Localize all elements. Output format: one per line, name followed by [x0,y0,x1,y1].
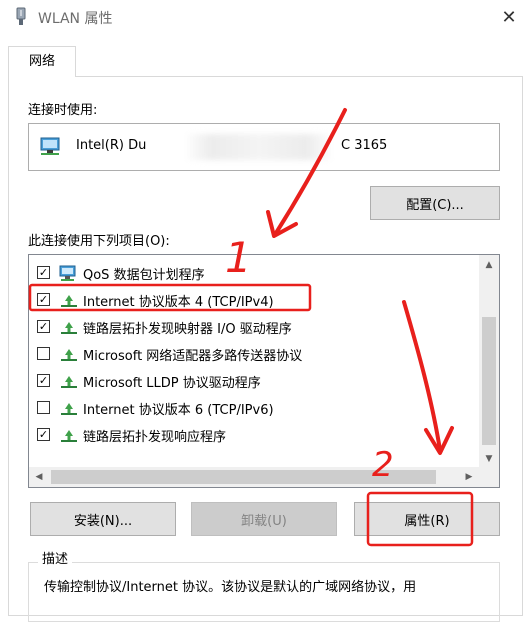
list-item-qos[interactable]: ✓ QoS 数据包计划程序 [29,259,479,286]
list-item-lltd-mapper[interactable]: ✓ 链路层拓扑发现映射器 I/O 驱动程序 [29,313,479,340]
vertical-scrollbar[interactable]: ▲ ▼ [479,255,499,469]
list-item-label: Internet 协议版本 4 (TCP/IPv4) [83,295,274,310]
adapter-name-start: Intel(R) Du [76,138,147,153]
checkbox-qos[interactable]: ✓ [37,266,50,279]
scroll-up-icon[interactable]: ▲ [479,257,499,273]
network-adapter-icon [39,136,63,162]
list-item-multiplexor[interactable]: Microsoft 网络适配器多路传送器协议 [29,340,479,367]
title-bar: WLAN 属性 ✕ [0,0,531,34]
window-title: WLAN 属性 [38,11,113,27]
adapter-name-redaction [184,134,334,160]
list-item-label: Microsoft LLDP 协议驱动程序 [83,376,261,391]
protocol-icon [59,346,79,366]
properties-button[interactable]: 属性(R) [354,502,500,536]
vertical-scroll-thumb[interactable] [482,317,496,445]
scroll-left-icon[interactable]: ◀ [29,469,49,485]
description-title: 描述 [38,548,73,567]
configure-button[interactable]: 配置(C)... [370,186,500,220]
checkbox-multiplexor[interactable] [37,347,50,360]
scrollbar-corner [479,467,499,487]
scroll-down-icon[interactable]: ▼ [479,451,499,467]
scroll-right-icon[interactable]: ▶ [459,469,479,485]
checkbox-ipv4[interactable]: ✓ [37,293,50,306]
components-label: 此连接使用下列项目(O): [28,234,170,249]
list-item-ipv6[interactable]: Internet 协议版本 6 (TCP/IPv6) [29,394,479,421]
checkbox-ipv6[interactable] [37,401,50,414]
list-item-label: QoS 数据包计划程序 [83,268,205,283]
list-item-label: Internet 协议版本 6 (TCP/IPv6) [83,403,274,418]
list-item-lltd-responder[interactable]: ✓ 链路层拓扑发现响应程序 [29,421,479,448]
list-item-label: 链路层拓扑发现映射器 I/O 驱动程序 [83,322,292,337]
close-button[interactable]: ✕ [487,0,531,34]
horizontal-scrollbar[interactable]: ◀ ▶ [29,467,479,487]
tab-network[interactable]: 网络 [8,46,76,77]
uninstall-button[interactable]: 卸载(U) [191,502,337,536]
list-item-label: 链路层拓扑发现响应程序 [83,430,227,445]
protocol-icon [59,319,79,339]
wlan-adapter-icon [12,7,30,31]
install-button[interactable]: 安装(N)... [30,502,176,536]
protocol-icon [59,292,79,312]
checkbox-lldp[interactable]: ✓ [37,374,50,387]
adapter-box: Intel(R) Du C 3165 [28,123,500,171]
checkbox-lltd-mapper[interactable]: ✓ [37,320,50,333]
list-item-lldp[interactable]: ✓ Microsoft LLDP 协议驱动程序 [29,367,479,394]
list-item-label: Microsoft 网络适配器多路传送器协议 [83,349,303,364]
components-list: ✓ QoS 数据包计划程序 ✓ Internet 协议版本 4 (TCP/IPv… [28,254,500,488]
list-item-ipv4[interactable]: ✓ Internet 协议版本 4 (TCP/IPv4) [29,286,479,313]
horizontal-scroll-thumb[interactable] [51,470,436,484]
description-text: 传输控制协议/Internet 协议。该协议是默认的广域网络协议，用 [44,580,417,595]
qos-scheduler-icon [59,265,79,285]
checkbox-lltd-responder[interactable]: ✓ [37,428,50,441]
protocol-icon [59,400,79,420]
connect-using-label: 连接时使用: [28,103,98,118]
protocol-icon [59,373,79,393]
protocol-icon [59,427,79,447]
adapter-name-end: C 3165 [341,138,388,153]
